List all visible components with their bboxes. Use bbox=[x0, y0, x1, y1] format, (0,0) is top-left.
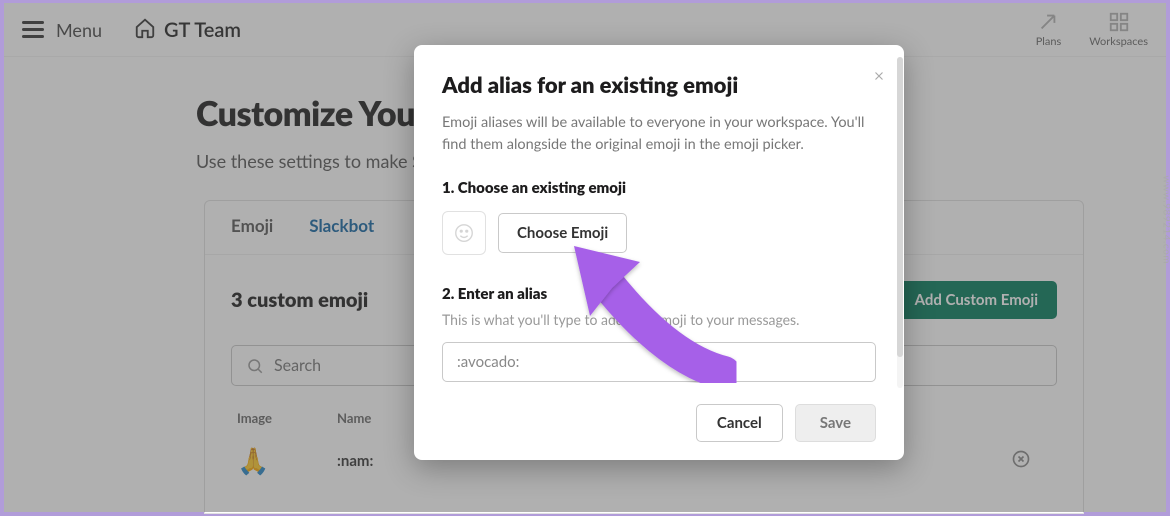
modal-scrollbar-thumb[interactable] bbox=[897, 57, 903, 357]
watermark: www.989214.com bbox=[1160, 175, 1170, 263]
add-alias-modal: Add alias for an existing emoji Emoji al… bbox=[414, 45, 904, 460]
save-button[interactable]: Save bbox=[795, 404, 876, 442]
step2-label: 2. Enter an alias bbox=[442, 285, 876, 303]
cancel-button[interactable]: Cancel bbox=[696, 404, 783, 442]
close-icon bbox=[872, 69, 886, 83]
step1-label: 1. Choose an existing emoji bbox=[442, 179, 876, 197]
modal-description: Emoji aliases will be available to every… bbox=[442, 112, 876, 157]
close-button[interactable] bbox=[872, 65, 886, 87]
emoji-preview bbox=[442, 211, 486, 255]
smiley-placeholder-icon bbox=[453, 222, 475, 244]
choose-emoji-button[interactable]: Choose Emoji bbox=[498, 213, 627, 253]
step2-hint: This is what you'll type to add this emo… bbox=[442, 309, 876, 330]
modal-title: Add alias for an existing emoji bbox=[442, 71, 876, 98]
alias-input[interactable] bbox=[442, 342, 876, 382]
